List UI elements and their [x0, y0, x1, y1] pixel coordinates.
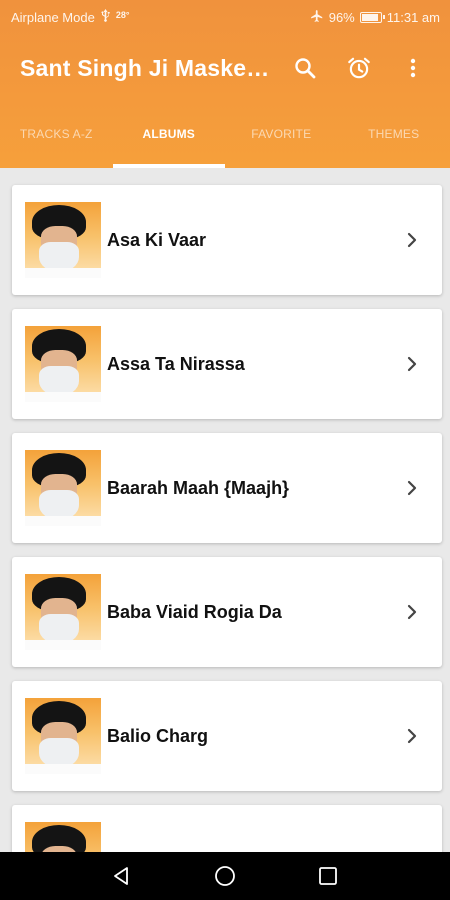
chevron-right-icon: [407, 356, 417, 372]
album-thumbnail: [25, 202, 101, 278]
album-title: Baarah Maah {Maajh}: [107, 477, 290, 498]
tab-themes[interactable]: THEMES: [338, 102, 450, 168]
alarm-button[interactable]: [335, 44, 383, 92]
more-options-button[interactable]: [389, 44, 437, 92]
alarm-icon: [348, 57, 370, 79]
more-vert-icon: [410, 58, 416, 78]
album-card[interactable]: Balio Charg: [12, 681, 442, 791]
chevron-right-icon: [407, 604, 417, 620]
album-card[interactable]: [12, 805, 442, 852]
album-card[interactable]: Baarah Maah {Maajh}: [12, 433, 442, 543]
tab-favorite[interactable]: FAVORITE: [225, 102, 338, 168]
album-card[interactable]: Asa Ki Vaar: [12, 185, 442, 295]
chevron-right-icon: [407, 480, 417, 496]
airplane-icon: [310, 9, 324, 26]
tab-albums[interactable]: ALBUMS: [113, 102, 226, 168]
temperature-text: 28°: [115, 10, 130, 20]
system-nav-bar: [0, 852, 450, 900]
clock-time: 11:31 am: [386, 9, 440, 25]
album-thumbnail: [25, 450, 101, 526]
usb-icon: [100, 9, 111, 25]
album-title: Balio Charg: [107, 725, 209, 746]
album-card[interactable]: Assa Ta Nirassa: [12, 309, 442, 419]
battery-icon: [359, 11, 385, 23]
recents-button[interactable]: [304, 852, 352, 900]
back-icon: [113, 867, 128, 885]
album-title: Baba Viaid Rogia Da: [107, 601, 282, 622]
search-button[interactable]: [281, 44, 329, 92]
airplane-mode-text: Airplane Mode: [11, 9, 95, 25]
search-icon: [295, 58, 316, 79]
tab-tracks-a-z[interactable]: TRACKS A-Z: [0, 102, 113, 168]
album-thumbnail: [25, 698, 101, 774]
album-card[interactable]: Baba Viaid Rogia Da: [12, 557, 442, 667]
tab-bar: TRACKS A-Z ALBUMS FAVORITE THEMES: [0, 102, 450, 168]
back-button[interactable]: [98, 852, 146, 900]
battery-percent: 96%: [328, 9, 355, 25]
chevron-right-icon: [407, 728, 417, 744]
app-title: Sant Singh Ji Maske…: [20, 54, 270, 81]
album-title: Asa Ki Vaar: [107, 229, 207, 250]
chevron-right-icon: [407, 232, 417, 248]
album-thumbnail: [25, 326, 101, 402]
album-title: Assa Ta Nirassa: [107, 353, 245, 374]
album-thumbnail: [25, 574, 101, 650]
album-thumbnail: [25, 822, 101, 852]
status-bar: Airplane Mode 28° 96% 11:31 am: [0, 0, 450, 34]
recents-icon: [319, 867, 338, 885]
home-icon: [215, 866, 235, 886]
toolbar: Sant Singh Ji Maske…: [0, 34, 450, 102]
app-header: Airplane Mode 28° 96% 11:31 am Sant Sing…: [0, 0, 450, 168]
album-list[interactable]: Asa Ki Vaar Assa Ta Nirassa Baarah Maah …: [0, 168, 450, 852]
home-button[interactable]: [201, 852, 249, 900]
